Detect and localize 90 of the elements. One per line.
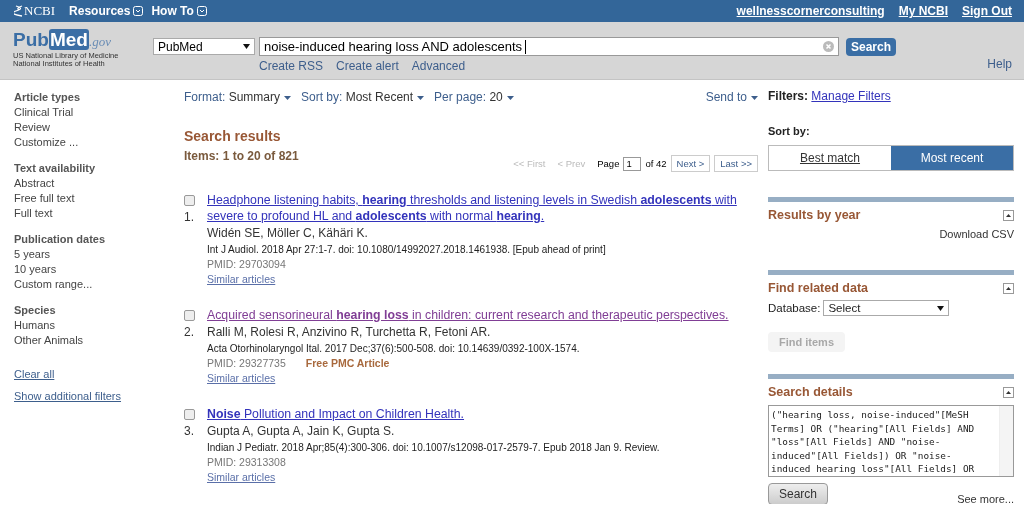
send-to-menu[interactable]: Send to	[705, 90, 758, 104]
filter-heading: Species	[14, 303, 57, 318]
account-link[interactable]: My NCBI	[898, 4, 948, 18]
page-total: of 42	[645, 158, 667, 169]
sort-toggle[interactable]: Most recent	[891, 146, 1013, 170]
collapse-icon[interactable]	[1003, 209, 1014, 221]
database-select[interactable]: PubMed	[153, 38, 255, 55]
search-option-link[interactable]: Create alert	[336, 59, 399, 73]
article-authors: Widén SE, Möller C, Kähäri K.	[207, 225, 369, 242]
search-button[interactable]: Search	[768, 483, 829, 504]
filter-option[interactable]: 10 years	[14, 262, 184, 277]
panel-title: Search details	[768, 385, 853, 399]
clear-icon[interactable]	[823, 41, 834, 52]
filter-heading: Publication dates	[14, 232, 107, 247]
filter-link[interactable]: Clear all	[14, 368, 184, 380]
filter-option[interactable]: Clinical Trial	[14, 105, 184, 120]
ncbi-logo[interactable]: NCBI	[24, 3, 56, 19]
article-citation: Indian J Pediatr. 2018 Apr;85(4):300-306. doi: 10.1007/s12098-017-2579-7. Epub 2018 Jan 9. Review.	[207, 441, 660, 455]
article-title-link[interactable]: Headphone listening habits, hearing thresholds and listening levels in Swedish adolescents with severe to profound HL and adolescents with normal hearing.	[207, 192, 758, 224]
dropdown-icon	[133, 6, 144, 16]
display-setting[interactable]: Sort by: Most Recent	[301, 90, 425, 104]
dropdown-arrow-icon	[937, 305, 945, 311]
database-label: Database:	[768, 302, 821, 314]
account-link[interactable]: wellnesscornerconsulting	[736, 4, 885, 18]
similar-articles-link[interactable]: Similar articles	[207, 372, 276, 384]
article-authors: Gupta A, Gupta A, Jain K, Gupta S.	[207, 423, 396, 440]
result-number: 1.	[184, 210, 195, 224]
free-article-label[interactable]: Free PMC Article	[305, 356, 390, 371]
filter-heading: Article types	[14, 90, 82, 105]
dropdown-icon	[196, 6, 207, 16]
article-authors: Ralli M, Rolesi R, Anzivino R, Turchetta R, Fetoni AR.	[207, 324, 492, 341]
results-heading: Search results	[184, 128, 282, 144]
download-csv-link[interactable]: Download CSV	[939, 228, 1014, 240]
see-more-link[interactable]: See more...	[957, 493, 1014, 504]
manage-filters-link[interactable]: Manage Filters	[811, 89, 891, 103]
filter-option[interactable]: Full text	[14, 206, 184, 221]
search-option-link[interactable]: Advanced	[411, 59, 466, 73]
page-label: Page	[597, 158, 620, 169]
pager-button[interactable]: Next >	[670, 155, 711, 172]
display-setting[interactable]: Per page: 20	[434, 90, 514, 104]
nav-menu[interactable]: Resources	[69, 4, 144, 18]
filter-option[interactable]: Abstract	[14, 176, 184, 191]
results-count: Items: 1 to 20 of 821	[184, 149, 299, 163]
text-cursor	[525, 39, 526, 54]
panel-title: Results by year	[768, 208, 861, 222]
nav-menu[interactable]: How To	[151, 4, 207, 18]
select-checkbox[interactable]	[184, 310, 195, 321]
similar-articles-link[interactable]: Similar articles	[207, 471, 276, 483]
article-citation: Acta Otorhinolaryngol Ital. 2017 Dec;37(6):500-508. doi: 10.14639/0392-100X-1574.	[207, 342, 581, 356]
query-text-area[interactable]: ("hearing loss, noise-induced"[MeSH Terms] OR ("hearing"[All Fields] AND "loss"[All Fields] AND "noise- induced"[All Fields]) OR "noise- induced hearing loss"[All Fields] OR	[768, 405, 1014, 477]
display-setting[interactable]: Format: Summary	[184, 90, 291, 104]
database-select[interactable]: Select	[823, 300, 950, 316]
article-pmid: PMID: 29313308	[207, 455, 286, 470]
pubmed-logo[interactable]: PubMed.gov	[13, 30, 153, 52]
similar-articles-link[interactable]: Similar articles	[207, 273, 276, 285]
select-checkbox[interactable]	[184, 409, 195, 420]
search-button[interactable]: Search	[846, 37, 897, 56]
filter-heading: Text availability	[14, 161, 97, 176]
filter-link[interactable]: Show additional filters	[14, 390, 184, 402]
filters-label: Filters:	[768, 89, 808, 103]
result-number: 3.	[184, 424, 195, 438]
collapse-icon[interactable]	[1003, 386, 1014, 398]
caret-icon	[417, 95, 425, 100]
filter-option[interactable]: Custom range...	[14, 277, 184, 292]
pager-button[interactable]: Last >>	[714, 155, 758, 172]
caret-icon	[284, 95, 291, 100]
panel-title: Find related data	[768, 281, 869, 295]
caret-icon	[751, 95, 758, 100]
article-title-link[interactable]: Noise Pollution and Impact on Children Health.	[207, 406, 660, 422]
filter-option[interactable]: Humans	[14, 318, 184, 333]
filter-option[interactable]: Review	[14, 120, 184, 135]
article-title-link[interactable]: Acquired sensorineural hearing loss in children: current research and therapeutic perspectives.	[207, 307, 729, 323]
filter-option[interactable]: 5 years	[14, 247, 184, 262]
help-link[interactable]: Help	[987, 57, 1012, 79]
caret-icon	[506, 95, 514, 100]
collapse-icon[interactable]	[1003, 282, 1014, 294]
dropdown-arrow-icon	[243, 44, 250, 49]
page-field[interactable]: 1	[623, 156, 642, 171]
filter-option[interactable]: Free full text	[14, 191, 184, 206]
article-pmid: PMID: 29703094	[207, 257, 286, 272]
sort-label: Sort by:	[768, 125, 811, 137]
account-link[interactable]: Sign Out	[962, 4, 1012, 18]
search-option-link[interactable]: Create RSS	[259, 59, 324, 73]
filter-option[interactable]: Customize ...	[14, 135, 184, 150]
search-field[interactable]: noise-induced hearing loss AND adolescents	[259, 37, 839, 56]
article-pmid: PMID: 29327735	[207, 356, 286, 371]
article-citation: Int J Audiol. 2018 Apr 27:1-7. doi: 10.1080/14992027.2018.1461938. [Epub ahead of print]	[207, 243, 607, 257]
filter-option[interactable]: Other Animals	[14, 333, 184, 348]
result-number: 2.	[184, 325, 195, 339]
select-checkbox[interactable]	[184, 195, 195, 206]
